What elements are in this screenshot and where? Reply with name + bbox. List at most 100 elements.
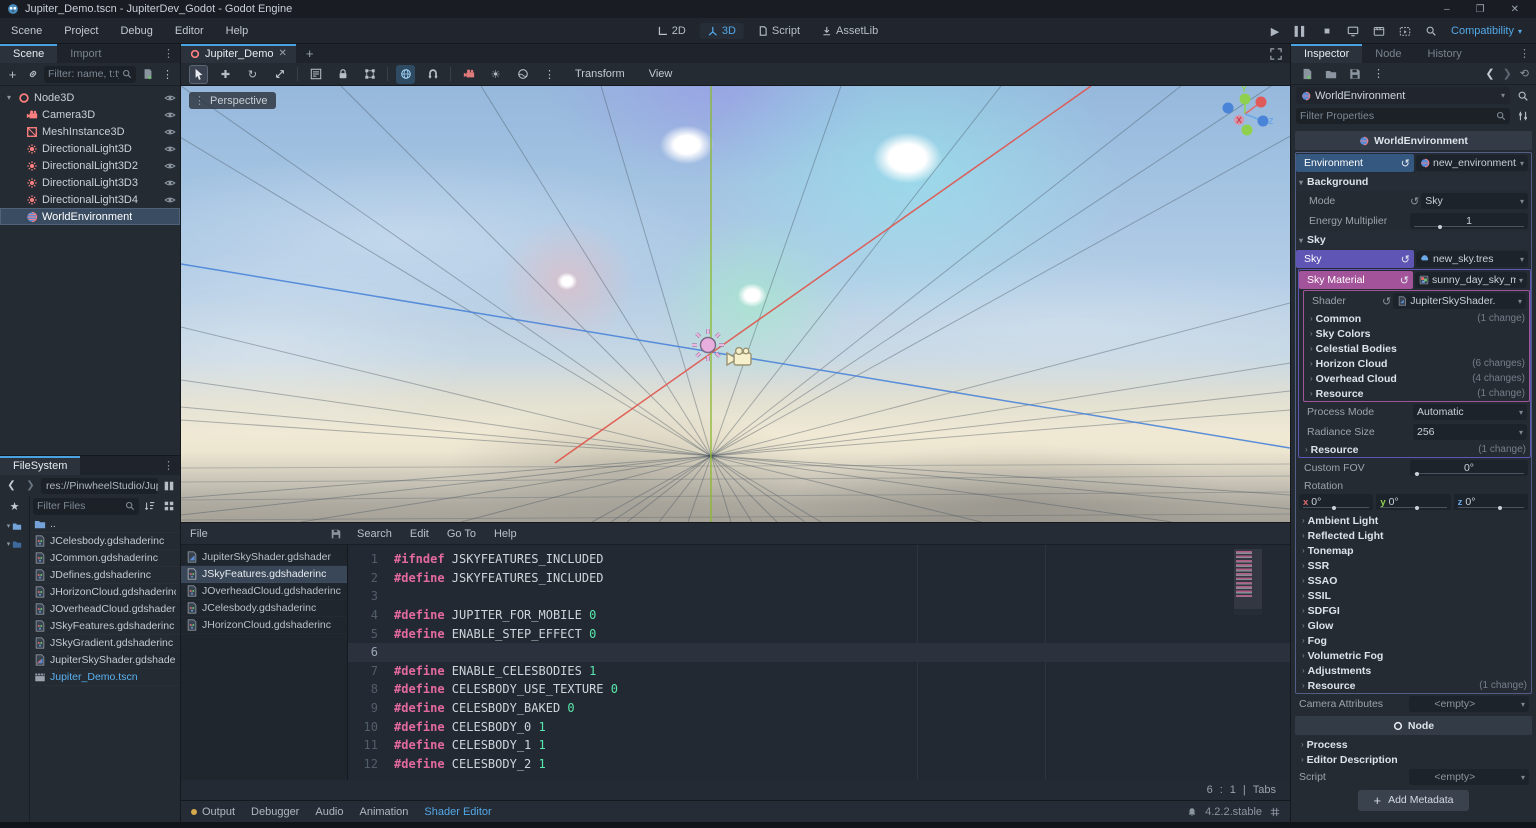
- scene-tree-menu-icon[interactable]: ⋮: [159, 66, 176, 83]
- instantiate-scene-icon[interactable]: [24, 66, 41, 83]
- visibility-eye-icon[interactable]: [164, 143, 176, 155]
- shader-file-item[interactable]: JOverheadCloud.gdshaderinc: [181, 583, 347, 600]
- code-editor[interactable]: 1 #ifndef JSKYFEATURES_INCLUDED 2 #define …: [348, 545, 1290, 780]
- tab-node[interactable]: Node: [1362, 44, 1414, 63]
- visibility-eye-icon[interactable]: [164, 194, 176, 206]
- grid-view-icon[interactable]: [160, 498, 177, 515]
- pause-button[interactable]: ▌▌: [1291, 22, 1311, 40]
- se-menu-help[interactable]: Help: [485, 528, 526, 540]
- scene-tab-jupiter-demo[interactable]: Jupiter_Demo ✕: [181, 44, 296, 63]
- group-ambient-light[interactable]: › Ambient Light: [1296, 513, 1531, 528]
- camera-preview-icon[interactable]: [459, 65, 478, 84]
- history-icon[interactable]: ⟲: [1520, 67, 1529, 80]
- tree-row-directionallight3d2[interactable]: DirectionalLight3D2: [0, 157, 180, 174]
- file-row[interactable]: JSkyFeatures.gdshaderinc: [30, 618, 180, 635]
- snap-icon[interactable]: [423, 65, 442, 84]
- list-select-icon[interactable]: [306, 65, 325, 84]
- revert-icon[interactable]: ↺: [1382, 295, 1391, 308]
- visibility-eye-icon[interactable]: [164, 126, 176, 138]
- tree-row-directionallight3d[interactable]: DirectionalLight3D: [0, 140, 180, 157]
- group-common[interactable]: › Common (1 change): [1304, 311, 1529, 326]
- expand-bottom-panel-icon[interactable]: [1270, 807, 1280, 817]
- favorites-star-icon[interactable]: ★: [10, 500, 20, 513]
- bottom-tab-shader-editor[interactable]: Shader Editor: [424, 806, 491, 818]
- 3d-viewport[interactable]: Y Z X ⋮ Perspective: [181, 86, 1290, 522]
- folder-tree-child[interactable]: ▾: [7, 539, 23, 549]
- open-docs-icon[interactable]: [1514, 87, 1531, 104]
- viewport-options-icon[interactable]: ⋮: [540, 65, 559, 84]
- group-overhead-cloud[interactable]: › Overhead Cloud (4 changes): [1304, 371, 1529, 386]
- tab-history[interactable]: History: [1415, 44, 1475, 63]
- lock-node-icon[interactable]: [333, 65, 352, 84]
- group-sky-colors[interactable]: › Sky Colors: [1304, 326, 1529, 341]
- copy-path-icon[interactable]: [330, 528, 342, 540]
- se-menu-goto[interactable]: Go To: [438, 528, 485, 540]
- folder-tree-root[interactable]: ▾: [7, 521, 23, 531]
- nav-forward-icon[interactable]: ❯: [22, 477, 39, 494]
- se-menu-edit[interactable]: Edit: [401, 528, 438, 540]
- file-row[interactable]: JupiterSkyShader.gdshader: [30, 652, 180, 669]
- group-fog[interactable]: › Fog: [1296, 633, 1531, 648]
- rotation-z-field[interactable]: z 0°: [1453, 494, 1528, 510]
- slider-handle[interactable]: [1498, 506, 1503, 510]
- section-sky[interactable]: ▾ Sky: [1296, 231, 1531, 249]
- revert-icon[interactable]: ↺: [1401, 253, 1410, 266]
- group-process[interactable]: › Process: [1295, 737, 1532, 752]
- scene-filter-input[interactable]: [48, 68, 119, 80]
- distraction-free-icon[interactable]: [1262, 44, 1290, 63]
- bottom-tab-debugger[interactable]: Debugger: [251, 806, 299, 818]
- tree-row-node3d[interactable]: ▾ Node3D: [0, 89, 180, 106]
- tab-import[interactable]: Import: [57, 44, 114, 63]
- history-forward-icon[interactable]: ❯: [1503, 67, 1512, 80]
- mode-dropdown[interactable]: Sky ▾: [1421, 193, 1528, 209]
- version-label[interactable]: 4.2.2.stable: [1205, 806, 1262, 818]
- minimize-button[interactable]: –: [1444, 4, 1450, 15]
- rotation-y-field[interactable]: y 0°: [1376, 494, 1451, 510]
- sort-files-icon[interactable]: [141, 498, 158, 515]
- collapse-caret-icon[interactable]: ▾: [4, 93, 14, 102]
- shader-file-item[interactable]: JupiterSkyShader.gdshader: [181, 549, 347, 566]
- close-tab-icon[interactable]: ✕: [278, 48, 286, 59]
- filesystem-path[interactable]: res://PinwheelStudio/Jupiter/: [41, 477, 158, 494]
- rotate-tool-icon[interactable]: ↻: [243, 65, 262, 84]
- tab-filesystem[interactable]: FileSystem: [0, 456, 81, 475]
- file-row[interactable]: JOverheadCloud.gdshaderinc: [30, 601, 180, 618]
- property-sky[interactable]: Sky ↺ new_sky.tres ▾: [1296, 249, 1531, 269]
- menu-help[interactable]: Help: [215, 18, 260, 43]
- workspace-3d[interactable]: 3D: [699, 23, 744, 39]
- slider-handle[interactable]: [1414, 472, 1419, 476]
- slider-handle[interactable]: [1414, 506, 1419, 510]
- menu-project[interactable]: Project: [53, 18, 109, 43]
- play-scene-icon[interactable]: [1369, 22, 1389, 40]
- split-mode-icon[interactable]: [160, 477, 177, 494]
- tab-scene[interactable]: Scene: [0, 44, 58, 63]
- group-celestial-bodies[interactable]: › Celestial Bodies: [1304, 341, 1529, 356]
- node-selector-dropdown[interactable]: WorldEnvironment ▾: [1296, 87, 1510, 104]
- se-menu-file[interactable]: File: [181, 528, 217, 540]
- menu-editor[interactable]: Editor: [164, 18, 215, 43]
- group-env-resource[interactable]: › Resource (1 change): [1296, 678, 1531, 693]
- group-ssr[interactable]: › SSR: [1296, 558, 1531, 573]
- group-adjustments[interactable]: › Adjustments: [1296, 663, 1531, 678]
- sun-toggle-icon[interactable]: ☀: [486, 65, 505, 84]
- remote-debug-icon[interactable]: [1343, 22, 1363, 40]
- rotation-x-field[interactable]: x 0°: [1299, 494, 1374, 510]
- group-node-icon[interactable]: [360, 65, 379, 84]
- move-tool-icon[interactable]: ✚: [216, 65, 235, 84]
- load-resource-icon[interactable]: [1322, 65, 1339, 82]
- notification-bell-icon[interactable]: [1187, 807, 1197, 817]
- stop-button[interactable]: ■: [1317, 22, 1337, 40]
- shader-file-item[interactable]: JHorizonCloud.gdshaderinc: [181, 617, 347, 634]
- workspace-assetlib[interactable]: AssetLib: [814, 23, 886, 39]
- group-horizon-cloud[interactable]: › Horizon Cloud (6 changes): [1304, 356, 1529, 371]
- shader-value-dropdown[interactable]: JupiterSkyShader. ▾: [1393, 293, 1526, 309]
- group-sky-resource[interactable]: › Resource (1 change): [1299, 442, 1530, 457]
- maximize-button[interactable]: ❐: [1476, 4, 1485, 15]
- tree-row-directionallight3d3[interactable]: DirectionalLight3D3: [0, 174, 180, 191]
- group-sdfgi[interactable]: › SDFGI: [1296, 603, 1531, 618]
- scene-dock-menu-icon[interactable]: ⋮: [157, 44, 180, 63]
- revert-icon[interactable]: ↺: [1410, 195, 1419, 208]
- play-button[interactable]: ▶: [1265, 22, 1285, 40]
- property-sky-material[interactable]: Sky Material ↺ sunny_day_sky_m ▾: [1299, 270, 1530, 290]
- visibility-eye-icon[interactable]: [164, 109, 176, 121]
